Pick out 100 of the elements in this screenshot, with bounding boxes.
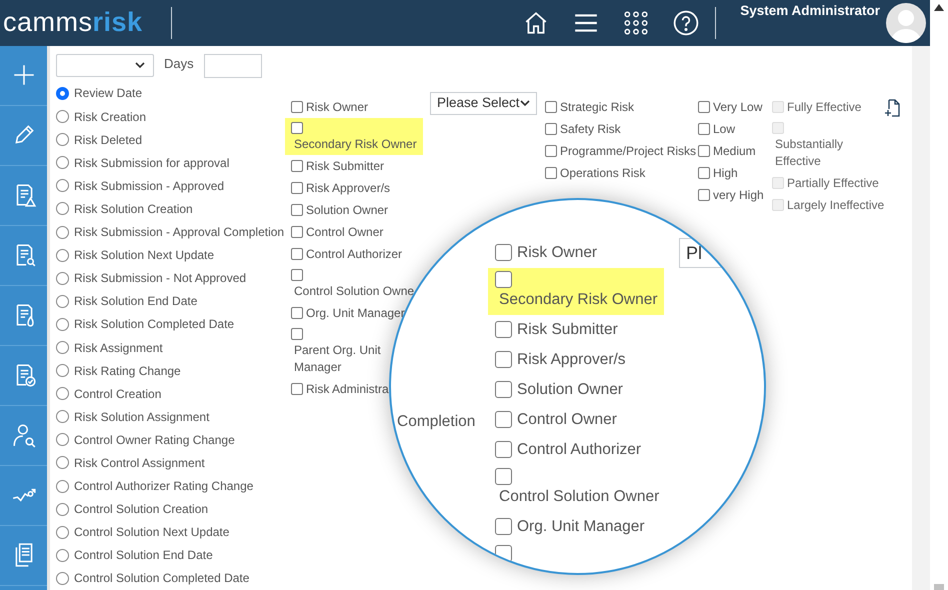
checkbox[interactable] bbox=[495, 244, 512, 262]
checkbox[interactable] bbox=[545, 144, 557, 157]
radio-button[interactable] bbox=[56, 179, 69, 192]
radio-button[interactable] bbox=[56, 502, 69, 516]
checkbox[interactable] bbox=[698, 144, 710, 157]
checkbox-label: High bbox=[713, 164, 738, 182]
radio-button[interactable] bbox=[56, 410, 69, 424]
chevron-down-icon bbox=[520, 100, 530, 107]
radio-label: Risk Solution Completed Date bbox=[74, 316, 234, 334]
radio-button[interactable] bbox=[56, 480, 69, 493]
checkbox-label: Control Owner bbox=[306, 224, 384, 241]
radio-button[interactable] bbox=[56, 548, 69, 562]
checkbox-label: Operations Risk bbox=[560, 164, 646, 182]
radio-button[interactable] bbox=[56, 318, 69, 331]
checkbox-label: Org. Unit Manager bbox=[517, 517, 644, 538]
checkbox[interactable] bbox=[545, 122, 557, 135]
checkbox[interactable] bbox=[291, 160, 303, 172]
radio-label: Control Creation bbox=[74, 386, 162, 403]
checkbox[interactable] bbox=[545, 100, 557, 113]
checkbox-label: Control Solution Owne bbox=[293, 282, 414, 300]
checkbox[interactable] bbox=[698, 188, 710, 201]
grid-icon[interactable] bbox=[623, 10, 650, 36]
radio-label: Control Authorizer Rating Change bbox=[74, 478, 254, 496]
checkbox[interactable] bbox=[291, 382, 303, 395]
checkbox[interactable] bbox=[495, 518, 512, 536]
radio-button[interactable] bbox=[56, 387, 69, 400]
checkbox[interactable] bbox=[291, 248, 303, 260]
person-search-icon[interactable] bbox=[10, 422, 36, 448]
radio-button[interactable] bbox=[56, 226, 69, 239]
checkbox[interactable] bbox=[291, 306, 303, 319]
radio-button[interactable] bbox=[56, 433, 69, 446]
checkbox[interactable] bbox=[545, 166, 557, 179]
checkbox[interactable] bbox=[291, 100, 303, 113]
radio-button[interactable] bbox=[56, 526, 69, 539]
radio-button[interactable] bbox=[56, 456, 69, 470]
radio-button[interactable] bbox=[56, 133, 69, 146]
radio-label: Control Solution Completed Date bbox=[74, 570, 250, 588]
checkbox[interactable] bbox=[495, 270, 512, 288]
radio-button[interactable] bbox=[56, 202, 69, 216]
checkbox[interactable] bbox=[495, 544, 512, 562]
scroll-thumb[interactable] bbox=[934, 584, 944, 590]
checkbox[interactable] bbox=[698, 122, 710, 135]
checkbox[interactable] bbox=[495, 351, 512, 368]
checkbox-label: Risk Approver/s bbox=[306, 180, 390, 197]
radio-button[interactable] bbox=[56, 341, 69, 354]
checkbox[interactable] bbox=[495, 468, 512, 485]
radio-label: Control Solution Next Update bbox=[74, 524, 230, 542]
checkbox[interactable] bbox=[495, 381, 512, 398]
radio-button[interactable] bbox=[56, 248, 69, 262]
radio-button[interactable] bbox=[56, 364, 69, 378]
radio-label: Risk Assignment bbox=[74, 340, 163, 357]
category-select[interactable]: Please Select bbox=[430, 92, 537, 115]
checkbox-label: Programme/Project Risks bbox=[560, 142, 696, 160]
checkbox-label: Risk Owner bbox=[517, 243, 598, 264]
home-icon[interactable] bbox=[523, 10, 550, 36]
checkbox-label: Strategic Risk bbox=[560, 98, 634, 116]
checkbox-label: Solution Owner bbox=[306, 202, 388, 219]
radio-label: Risk Submission - Approval Completion bbox=[74, 224, 284, 242]
checkbox[interactable] bbox=[291, 268, 303, 281]
radio-label: Risk Solution Next Update bbox=[74, 247, 214, 264]
checkbox[interactable] bbox=[698, 100, 710, 113]
checkbox[interactable] bbox=[495, 321, 512, 338]
radio-label: Risk Creation bbox=[74, 108, 146, 126]
checkbox-label: Control Authorizer bbox=[517, 440, 642, 460]
checkbox-label: Largely Ineffective bbox=[787, 196, 884, 214]
checkbox[interactable] bbox=[495, 441, 512, 458]
add-file-icon[interactable] bbox=[884, 98, 900, 117]
user-name[interactable]: System Administrator bbox=[740, 1, 880, 22]
checkbox[interactable] bbox=[291, 122, 303, 134]
radio-button[interactable] bbox=[56, 110, 69, 124]
checkbox-label: Fully Effective bbox=[787, 98, 862, 116]
checkbox[interactable] bbox=[291, 204, 303, 216]
magnified-text: Completion bbox=[397, 412, 476, 432]
checkbox[interactable] bbox=[698, 166, 710, 179]
radio-label: Control Solution End Date bbox=[74, 547, 213, 564]
checkbox[interactable] bbox=[495, 411, 512, 428]
checkbox[interactable] bbox=[291, 226, 303, 238]
checkbox-label: Substantially Effective bbox=[774, 136, 844, 170]
avatar[interactable] bbox=[886, 2, 926, 43]
checkbox-label: Control Solution Owner bbox=[498, 488, 660, 504]
days-input[interactable] bbox=[204, 54, 262, 78]
checkbox-label: Very Low bbox=[713, 98, 762, 116]
checkbox-label: Parent Org. Unit Manager bbox=[293, 342, 382, 376]
radio-button[interactable] bbox=[56, 294, 69, 308]
radio-button[interactable] bbox=[56, 156, 69, 170]
checkbox-label: Low bbox=[713, 120, 736, 138]
radio-label: Review Date bbox=[74, 85, 142, 102]
help-icon[interactable] bbox=[673, 10, 700, 36]
checkbox-label: Secondary Risk Owner bbox=[498, 292, 658, 307]
checkbox[interactable] bbox=[291, 182, 303, 194]
radio-button[interactable] bbox=[56, 86, 69, 100]
radio-label: Risk Solution Assignment bbox=[74, 408, 210, 426]
checkbox-label: Medium bbox=[713, 142, 756, 160]
radio-button[interactable] bbox=[56, 572, 69, 585]
checkbox[interactable] bbox=[291, 328, 303, 340]
scroll-up-icon[interactable] bbox=[934, 4, 944, 11]
radio-button[interactable] bbox=[56, 272, 69, 285]
radio-label: Control Owner Rating Change bbox=[74, 432, 235, 449]
checkbox-label: Risk Submitter bbox=[306, 158, 384, 175]
checkbox-label: Risk Approver/s bbox=[517, 350, 626, 370]
